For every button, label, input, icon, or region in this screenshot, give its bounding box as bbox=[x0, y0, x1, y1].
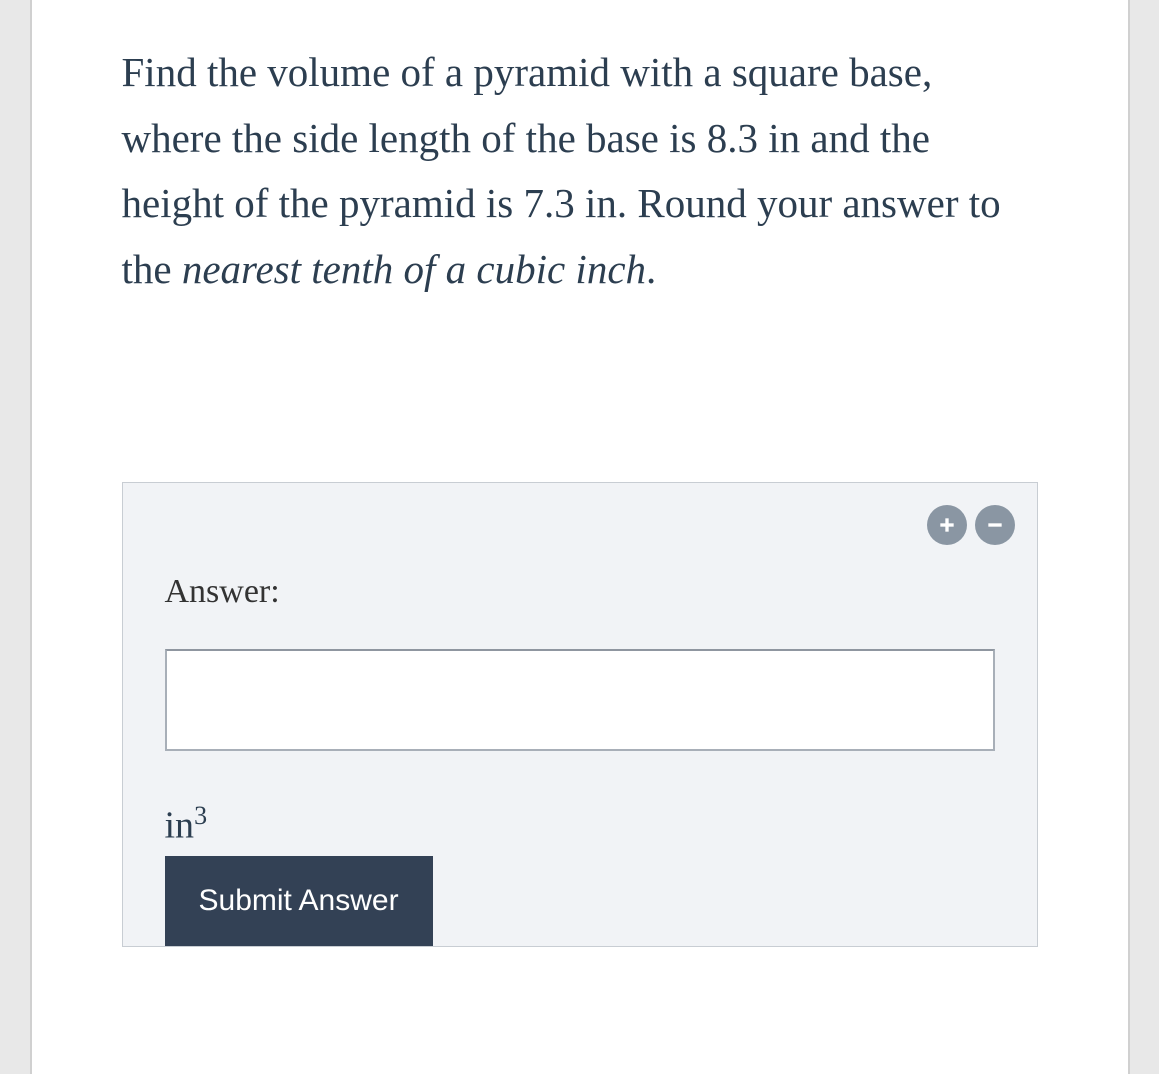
question-italic: nearest tenth of a cubic inch bbox=[182, 246, 646, 292]
question-part4: . bbox=[646, 246, 656, 292]
answer-input[interactable] bbox=[165, 649, 995, 751]
answer-label: Answer: bbox=[165, 573, 995, 611]
zoom-out-button[interactable] bbox=[975, 505, 1015, 545]
side-length-value: 8.3 in bbox=[707, 115, 800, 161]
answer-panel: Answer: in3 Submit Answer bbox=[122, 482, 1038, 947]
plus-icon bbox=[937, 515, 957, 535]
zoom-in-button[interactable] bbox=[927, 505, 967, 545]
height-value: 7.3 in bbox=[523, 180, 616, 226]
page-container: Find the volume of a pyramid with a squa… bbox=[30, 0, 1130, 1074]
minus-icon bbox=[985, 515, 1005, 535]
zoom-controls bbox=[927, 505, 1015, 545]
unit-base: in bbox=[165, 805, 195, 847]
unit-exponent: 3 bbox=[194, 801, 207, 830]
question-text: Find the volume of a pyramid with a squa… bbox=[122, 40, 1038, 302]
unit-label: in3 bbox=[165, 801, 995, 848]
submit-answer-button[interactable]: Submit Answer bbox=[165, 856, 433, 946]
